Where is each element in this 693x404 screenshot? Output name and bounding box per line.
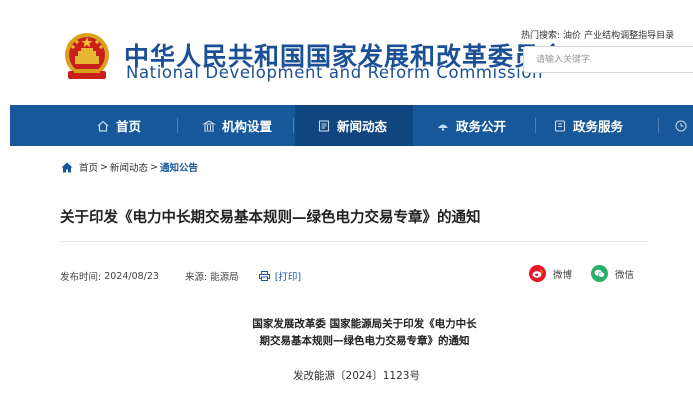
service-icon [554, 119, 566, 132]
share-wechat[interactable]: 微信 [591, 265, 634, 282]
home-icon [97, 120, 109, 132]
nav-divider [177, 118, 178, 133]
page-title: 关于印发《电力中长期交易基本规则—绿色电力交易专章》的通知 [60, 210, 481, 226]
publish-label: 发布时间: [60, 272, 102, 283]
document-number: 发改能源〔2024〕1123号 [0, 368, 693, 383]
print-button[interactable]: [打印] [258, 269, 302, 283]
main-nav: 首页 机构设置 新闻动态 政务公开 政务服务 [10, 105, 693, 146]
nav-item-gov-open[interactable]: 政务公开 [436, 105, 506, 146]
share-wechat-label: 微信 [615, 269, 635, 281]
nav-divider [293, 118, 294, 133]
nav-item-more[interactable] [674, 105, 693, 146]
document-heading: 国家发展改革委 国家能源局关于印发《电力中长 期交易基本规则—绿色电力交易专章》… [0, 316, 693, 350]
open-icon [438, 124, 448, 131]
news-icon [318, 119, 330, 132]
document-number-text: 发改能源〔2024〕1123号 [293, 370, 420, 382]
source-label: 来源: [184, 272, 208, 283]
breadcrumb-news[interactable]: 新闻动态 [110, 160, 148, 174]
brand-name-english[interactable]: National Development and Reform Commissi… [126, 63, 543, 82]
document-heading-line: 期交易基本规则—绿色电力交易专章》的通知 [259, 335, 470, 347]
nav-item-label: 首页 [116, 119, 142, 134]
share-weibo-label: 微博 [553, 269, 573, 281]
nav-item-news[interactable]: 新闻动态 [295, 105, 413, 146]
nav-item-label: 机构设置 [222, 119, 273, 134]
breadcrumb-home[interactable]: 首页 [79, 160, 98, 174]
home-icon [61, 162, 73, 172]
print-label: [打印] [274, 272, 302, 283]
nav-divider [658, 118, 659, 133]
nav-item-label: 新闻动态 [337, 119, 388, 134]
hot-search: 热门搜索: 油价 产业结构调整指导目录 [521, 28, 674, 41]
publish-date: 2024/08/23 [104, 270, 159, 282]
nav-item-label: 政务公开 [456, 119, 507, 134]
hot-search-label: 热门搜索: [521, 31, 561, 41]
building-icon [202, 119, 216, 132]
source-value: 能源局 [210, 272, 239, 283]
wechat-icon [591, 265, 608, 282]
printer-icon [258, 271, 270, 281]
breadcrumb-separator: > [150, 161, 158, 173]
nav-item-home[interactable]: 首页 [96, 105, 141, 146]
title-divider [60, 241, 649, 242]
site-header: 中华人民共和国国家发展和改革委员会 National Development a… [0, 0, 693, 105]
article-meta: 发布时间: 2024/08/23 来源: 能源局 [打印] [60, 269, 302, 284]
search-box [523, 46, 693, 73]
nav-divider [535, 118, 536, 133]
breadcrumb-separator: > [100, 161, 108, 173]
clock-icon [675, 119, 687, 132]
weibo-icon [529, 265, 546, 282]
national-emblem-icon [65, 33, 109, 79]
hot-search-link[interactable]: 油价 [563, 31, 581, 41]
hot-search-link[interactable]: 产业结构调整指导目录 [584, 31, 674, 41]
nav-item-label: 政务服务 [573, 119, 624, 134]
share-weibo[interactable]: 微博 [529, 265, 572, 282]
breadcrumb-current[interactable]: 通知公告 [160, 160, 198, 174]
document-heading-line: 国家发展改革委 国家能源局关于印发《电力中长 [252, 318, 477, 330]
nav-item-organization[interactable]: 机构设置 [202, 105, 272, 146]
search-input[interactable] [524, 47, 674, 73]
nav-item-gov-service[interactable]: 政务服务 [553, 105, 623, 146]
breadcrumb: 首页 > 新闻动态 > 通知公告 [61, 160, 198, 174]
